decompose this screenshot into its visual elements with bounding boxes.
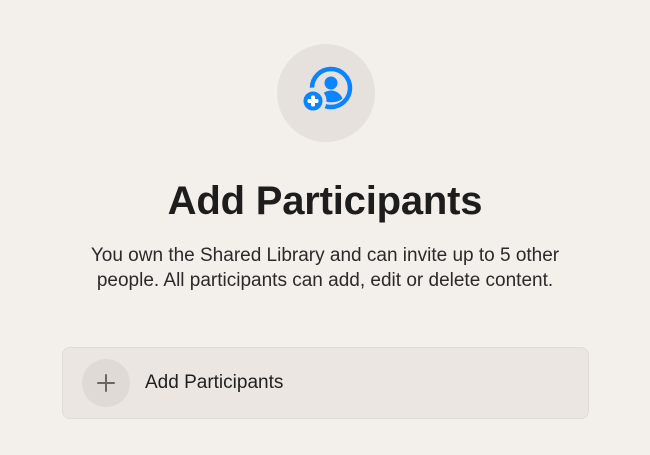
person-add-icon [299, 66, 353, 115]
description-line-2: people. All participants can add, edit o… [96, 270, 554, 291]
participants-icon-circle [277, 44, 375, 142]
add-participants-button[interactable]: Add Participants [62, 347, 589, 419]
plus-icon [97, 374, 115, 392]
add-participants-label: Add Participants [145, 372, 284, 393]
plus-icon-circle [82, 359, 130, 407]
description-line-1: You own the Shared Library and can invit… [90, 245, 560, 266]
page-description: You own the Shared Library and can invit… [0, 243, 650, 293]
page-title: Add Participants [167, 179, 483, 223]
